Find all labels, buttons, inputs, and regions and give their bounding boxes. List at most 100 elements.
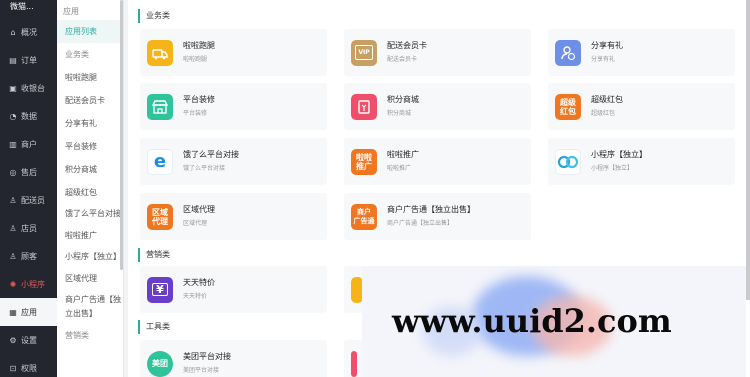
app-card-desc: 美团平台对接	[183, 367, 220, 374]
daily-deal-icon: ¥	[147, 276, 173, 303]
brand-name: 微猫...	[10, 2, 34, 11]
nav-item-aftersale[interactable]: ◎ 售后	[0, 158, 57, 186]
promote-icon: 啦啦 推广	[351, 148, 377, 175]
app-card-title: 超级红包	[591, 95, 623, 104]
nav-item-couriers[interactable]: ♙ 配送员	[0, 186, 57, 214]
submenu-group-marketing: 营销类	[65, 331, 89, 340]
submenu-item-points-mall[interactable]: 积分商城	[57, 158, 123, 181]
submenu-item-app-list[interactable]: 应用列表	[57, 20, 123, 43]
main-scrollbar[interactable]	[746, 0, 750, 300]
app-card-promote[interactable]: 啦啦 推广 啦啦推广 啦啦推广	[344, 138, 531, 185]
app-card-points-mall[interactable]: 积分商城 积分商城	[344, 83, 531, 130]
nav-item-apps[interactable]: ▦ 应用	[0, 298, 57, 326]
app-card-title: 美团平台对接	[183, 352, 231, 361]
app-card-desc: 分享有礼	[591, 56, 616, 63]
nav-label: 配送员	[21, 195, 45, 205]
nav-item-customers[interactable]: ♙ 顾客	[0, 242, 57, 270]
watermark: www.uuid2.com	[362, 266, 746, 377]
app-card-meituan[interactable]: 美团 美团平台对接 美团平台对接	[140, 340, 327, 377]
nav-item-miniapp[interactable]: ✺ 小程序	[0, 270, 57, 298]
nav-item-cashier[interactable]: ▣ 收银台	[0, 74, 57, 102]
section-title-tools: 工具类	[138, 320, 170, 334]
runner-icon	[147, 39, 173, 66]
nav-item-data[interactable]: ◔ 数据	[0, 102, 57, 130]
app-card-title: 配送会员卡	[387, 41, 427, 50]
app-card-desc: 天天特价	[183, 293, 208, 300]
app-card-vip-card[interactable]: VIP 配送会员卡 配送会员卡	[344, 29, 531, 76]
app-card-title: 区域代理	[183, 205, 215, 214]
app-card-title: 啦啦推广	[387, 150, 419, 159]
submenu-item-promote[interactable]: 啦啦推广	[57, 224, 123, 247]
submenu-group-business: 业务类	[65, 50, 89, 59]
app-card-decor[interactable]: 平台装修 平台装修	[140, 83, 327, 130]
app-card-desc: 啦啦跑腿	[183, 56, 208, 63]
submenu-item-super-redpack[interactable]: 超级红包	[57, 181, 123, 204]
app-card-share-gift[interactable]: 分享有礼 分享有礼	[548, 29, 735, 76]
apps-icon: ▦	[9, 307, 17, 317]
order-icon: ▤	[9, 55, 17, 65]
app-submenu: 应用 应用列表 业务类 啦啦跑腿 配送会员卡 分享有礼 平台装修 积分商城 超级…	[57, 0, 124, 377]
settings-icon: ⚙	[9, 335, 17, 345]
courier-icon: ♙	[9, 195, 17, 205]
app-card-runner[interactable]: 啦啦跑腿 啦啦跑腿	[140, 29, 327, 76]
eleme-icon: e	[147, 148, 173, 175]
nav-label: 售后	[21, 167, 37, 177]
nav-label: 收银台	[21, 83, 45, 93]
app-card-title: 平台装修	[183, 95, 215, 104]
app-card-super-redpack[interactable]: 超级 红包 超级红包 超级红包	[548, 83, 735, 130]
section-title-marketing: 营销类	[138, 248, 170, 262]
permission-icon: ⊡	[9, 363, 17, 373]
nav-item-settings[interactable]: ⚙ 设置	[0, 326, 57, 354]
nav-label: 小程序	[21, 279, 45, 289]
data-icon: ◔	[9, 111, 17, 121]
watermark-text: www.uuid2.com	[392, 302, 672, 340]
submenu-item-share-gift[interactable]: 分享有礼	[57, 112, 123, 135]
super-redpack-icon: 超级 红包	[555, 93, 581, 120]
nav-label: 概况	[21, 27, 37, 37]
submenu-item-vip-card[interactable]: 配送会员卡	[57, 89, 123, 112]
app-card-desc: 饿了么平台对接	[183, 165, 226, 172]
app-card-desc: 积分商城	[387, 110, 412, 117]
submenu-item-decor[interactable]: 平台装修	[57, 135, 123, 158]
app-card-title: 小程序【独立】	[591, 150, 647, 159]
nav-label: 顾客	[21, 251, 37, 261]
submenu-item-eleme[interactable]: 饿了么平台对接	[57, 204, 123, 224]
ad-icon: 商户 广告通	[351, 203, 377, 230]
nav-item-permissions[interactable]: ⊡ 权限	[0, 354, 57, 377]
miniapp-icon: ✺	[9, 279, 17, 289]
app-card-eleme[interactable]: e 饿了么平台对接 饿了么平台对接	[140, 138, 327, 185]
submenu-item-region-agent[interactable]: 区域代理	[57, 267, 123, 290]
nav-item-merchants[interactable]: ▥ 商户	[0, 130, 57, 158]
app-card-desc: 啦啦推广	[387, 165, 412, 172]
app-card-title: 天天特价	[183, 278, 215, 287]
app-card-miniapp[interactable]: 小程序【独立】 小程序【独立】	[548, 138, 735, 185]
submenu-item-ad[interactable]: 商户广告通【独立出售】	[57, 290, 123, 324]
nav-label: 数据	[21, 111, 37, 121]
app-card-desc: 配送会员卡	[387, 56, 418, 63]
app-card-title: 商户广告通【独立出售】	[387, 205, 475, 214]
app-card-title: 啦啦跑腿	[183, 41, 215, 50]
shop-decor-icon	[147, 93, 173, 120]
submenu-scrollbar[interactable]	[120, 0, 123, 270]
app-window: 微猫... ⌂ 概况 ▤ 订单 ▣ 收银台 ◔ 数据 ▥ 商户 ◎ 售后 ♙ 配送员 ♙ 店员 …	[0, 0, 750, 377]
app-card-desc: 区域代理	[183, 220, 208, 227]
partial-app-icon	[351, 350, 357, 377]
nav-label: 权限	[21, 363, 37, 373]
aftersale-icon: ◎	[9, 167, 17, 177]
app-card-ad[interactable]: 商户 广告通 商户广告通【独立出售】 商户广告通【独立出售】	[344, 193, 531, 240]
app-card-region-agent[interactable]: 区域 代理 区域代理 区域代理	[140, 193, 327, 240]
customer-icon: ♙	[9, 251, 17, 261]
cashier-icon: ▣	[9, 83, 17, 93]
app-card-daily-deal[interactable]: ¥ 天天特价 天天特价	[140, 266, 327, 313]
nav-label: 店员	[21, 223, 37, 233]
app-card-title: 分享有礼	[591, 41, 623, 50]
nav-item-clerks[interactable]: ♙ 店员	[0, 214, 57, 242]
app-card-desc: 小程序【独立】	[591, 165, 634, 172]
app-card-desc: 超级红包	[591, 110, 616, 117]
nav-item-overview[interactable]: ⌂ 概况	[0, 18, 57, 46]
submenu-item-runner[interactable]: 啦啦跑腿	[57, 66, 123, 89]
region-agent-icon: 区域 代理	[147, 203, 173, 230]
submenu-item-miniapp[interactable]: 小程序【独立】	[57, 247, 123, 267]
nav-item-orders[interactable]: ▤ 订单	[0, 46, 57, 74]
section-title-business: 业务类	[138, 9, 170, 23]
